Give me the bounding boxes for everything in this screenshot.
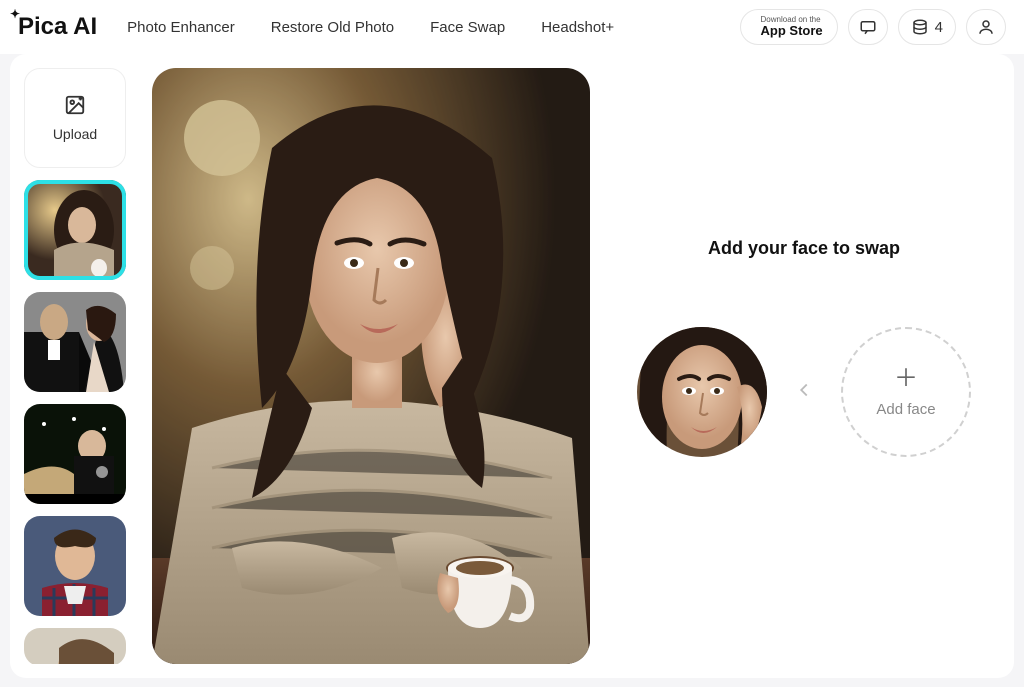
credits-count: 4 — [935, 19, 943, 36]
add-face-button[interactable]: ＋ Add face — [841, 327, 971, 457]
swap-title: Add your face to swap — [708, 238, 900, 259]
nav-headshot[interactable]: Headshot+ — [541, 19, 614, 36]
nav: Photo Enhancer Restore Old Photo Face Sw… — [127, 19, 614, 36]
upload-label: Upload — [53, 126, 97, 142]
swap-panel: Add your face to swap — [608, 68, 1000, 664]
thumb-formal-couple[interactable] — [24, 292, 126, 392]
face-row: ＋ Add face — [637, 327, 971, 457]
detected-face[interactable] — [637, 327, 767, 457]
coins-icon — [911, 18, 929, 36]
add-face-label: Add face — [876, 401, 935, 418]
nav-restore-old-photo[interactable]: Restore Old Photo — [271, 19, 394, 36]
feedback-button[interactable] — [848, 9, 888, 45]
account-button[interactable] — [966, 9, 1006, 45]
thumb-boy-plaid[interactable] — [24, 516, 126, 616]
sparkle-icon: ✦ — [10, 7, 20, 21]
brand-name: Pica AI — [18, 13, 97, 41]
upload-icon — [64, 94, 86, 116]
upload-button[interactable]: Upload — [24, 68, 126, 168]
nav-face-swap[interactable]: Face Swap — [430, 19, 505, 36]
thumb-list — [24, 180, 134, 664]
sidebar: Upload — [24, 68, 134, 664]
arrow-left-icon — [793, 379, 815, 406]
nav-photo-enhancer[interactable]: Photo Enhancer — [127, 19, 235, 36]
app-store-button[interactable]: Download on the App Store — [740, 9, 838, 45]
user-icon — [977, 18, 995, 36]
preview-image — [152, 68, 590, 664]
plus-icon: ＋ — [894, 367, 918, 391]
thumb-cafe-woman[interactable] — [24, 180, 126, 280]
header-right: Download on the App Store 4 — [740, 9, 1006, 45]
thumb-partial[interactable] — [24, 628, 126, 664]
thumb-tv-scene[interactable] — [24, 404, 126, 504]
message-icon — [859, 18, 877, 36]
header: ✦ Pica AI Photo Enhancer Restore Old Pho… — [0, 0, 1024, 54]
credits-button[interactable]: 4 — [898, 9, 956, 45]
logo[interactable]: ✦ Pica AI — [18, 13, 97, 41]
app-store-big: App Store — [761, 24, 823, 38]
main-panel: Upload — [10, 54, 1014, 678]
